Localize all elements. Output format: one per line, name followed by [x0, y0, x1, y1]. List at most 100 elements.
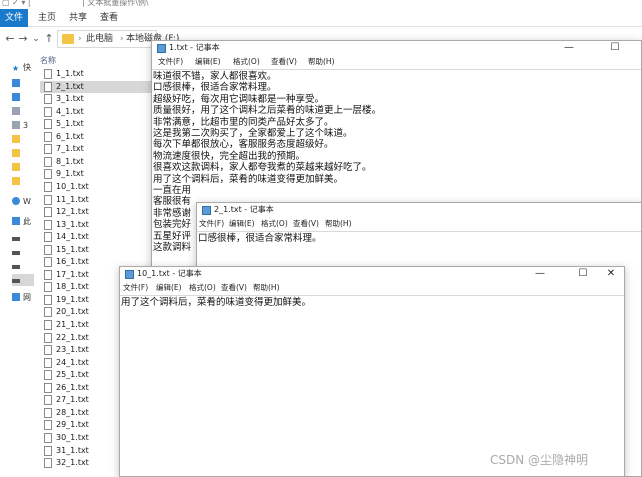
- star-icon: ★: [12, 64, 20, 73]
- notepad-titlebar[interactable]: 2_1.txt - 记事本: [197, 203, 641, 217]
- maximize-button[interactable]: ☐: [569, 267, 597, 281]
- sidebar-item-network[interactable]: 网: [12, 292, 34, 304]
- sidebar-item-folder[interactable]: [12, 134, 34, 146]
- file-row[interactable]: 9_1.txt: [40, 168, 152, 180]
- text-line: 口感很棒，很适合家常料理。: [198, 233, 322, 244]
- text-line: 很喜欢这款调料，家人都夸我煮的菜越来越好吃了。: [153, 162, 372, 174]
- ribbon-tab-file[interactable]: 文件: [0, 9, 28, 27]
- text-line: 质量很好，用了这个调料之后菜肴的味道更上一层楼。: [153, 105, 382, 117]
- file-name: 27_1.txt: [56, 395, 89, 405]
- file-row[interactable]: 13_1.txt: [40, 219, 152, 231]
- text-file-icon: [44, 244, 52, 255]
- menu-edit[interactable]: 编辑(E): [156, 282, 182, 294]
- file-row[interactable]: 15_1.txt: [40, 244, 152, 256]
- recent-locations-button[interactable]: ⌄: [30, 32, 42, 46]
- file-row[interactable]: 7_1.txt: [40, 143, 152, 155]
- menu-edit[interactable]: 编辑(E): [229, 218, 255, 230]
- text-file-icon: [44, 219, 52, 230]
- sidebar-item-wps[interactable]: W: [12, 196, 34, 208]
- file-name: 12_1.txt: [56, 207, 89, 217]
- menu-view[interactable]: 查看(V): [293, 218, 319, 230]
- notepad-titlebar[interactable]: 10_1.txt - 记事本 — ☐ ✕: [120, 267, 624, 281]
- menu-view[interactable]: 查看(V): [221, 282, 247, 294]
- file-row[interactable]: 12_1.txt: [40, 206, 152, 218]
- file-row[interactable]: 2_1.txt: [40, 80, 152, 93]
- file-name: 25_1.txt: [56, 370, 89, 380]
- sidebar-item-drive[interactable]: [12, 246, 34, 258]
- file-name: 31_1.txt: [56, 445, 89, 455]
- file-name: 2_1.txt: [56, 81, 84, 91]
- sidebar-item-documents[interactable]: [12, 106, 34, 118]
- file-row[interactable]: 5_1.txt: [40, 118, 152, 130]
- forward-button[interactable]: →: [17, 32, 29, 46]
- file-row[interactable]: 6_1.txt: [40, 131, 152, 143]
- file-row[interactable]: 8_1.txt: [40, 156, 152, 168]
- maximize-button[interactable]: ☐: [601, 41, 629, 55]
- breadcrumb-this-pc[interactable]: 此电脑: [86, 33, 113, 46]
- file-row[interactable]: 10_1.txt: [40, 181, 152, 193]
- minimize-button[interactable]: —: [555, 41, 583, 55]
- sidebar-item-drive[interactable]: [12, 232, 34, 244]
- file-name: 29_1.txt: [56, 420, 89, 430]
- drive-icon: [12, 237, 20, 241]
- menu-help[interactable]: 帮助(H): [325, 218, 352, 230]
- sidebar-item-folder[interactable]: [12, 176, 34, 188]
- sidebar-item-downloads[interactable]: [12, 92, 34, 104]
- menu-help[interactable]: 帮助(H): [253, 282, 280, 294]
- file-name: 23_1.txt: [56, 345, 89, 355]
- text-line: 口感很棒，很适合家常料理。: [153, 82, 277, 94]
- sidebar-item-3d[interactable]: 3: [12, 120, 34, 132]
- sidebar-item-this-pc[interactable]: 此: [12, 216, 34, 228]
- text-line: 这款调料: [153, 242, 192, 253]
- quick-access-toolbar[interactable]: ▢ ✓ ▾ |: [2, 0, 31, 7]
- sidebar-item-folder[interactable]: [12, 148, 34, 160]
- sidebar-item-folder[interactable]: [12, 162, 34, 174]
- close-button[interactable]: ✕: [597, 267, 624, 281]
- text-file-icon: [44, 269, 52, 280]
- file-name: 4_1.txt: [56, 106, 84, 116]
- notepad-title: 1.txt - 记事本: [169, 43, 220, 52]
- file-name: 11_1.txt: [56, 194, 89, 204]
- menu-help[interactable]: 帮助(H): [308, 56, 335, 68]
- sidebar-item-drive-selected[interactable]: [12, 274, 34, 286]
- file-name: 32_1.txt: [56, 458, 89, 468]
- menu-format[interactable]: 格式(O): [189, 282, 216, 294]
- file-row[interactable]: 4_1.txt: [40, 106, 152, 118]
- address-bar[interactable]: › 此电脑 › 本地磁盘 (F:): [57, 30, 179, 48]
- menu-file[interactable]: 文件(F): [199, 218, 224, 230]
- notepad-text-area[interactable]: 用了这个调料后，菜肴的味道变得更加鲜美。: [120, 295, 624, 476]
- column-header-name[interactable]: 名称: [40, 55, 56, 66]
- menu-file[interactable]: 文件(F): [158, 56, 183, 68]
- object-icon: [12, 121, 20, 129]
- ribbon: 文件 主页 共享 查看: [0, 9, 642, 27]
- file-row[interactable]: 3_1.txt: [40, 93, 152, 105]
- menu-file[interactable]: 文件(F): [123, 282, 148, 294]
- file-row[interactable]: 11_1.txt: [40, 194, 152, 206]
- menu-edit[interactable]: 编辑(E): [195, 56, 221, 68]
- text-line: 客服很有: [153, 196, 192, 208]
- up-button[interactable]: ↑: [43, 32, 55, 46]
- menu-format[interactable]: 格式(O): [261, 218, 288, 230]
- menu-format[interactable]: 格式(O): [233, 56, 260, 68]
- ribbon-tab-view[interactable]: 查看: [100, 9, 118, 27]
- text-file-icon: [44, 395, 52, 406]
- file-row[interactable]: 1_1.txt: [40, 68, 152, 80]
- sidebar-item-quick-access[interactable]: ★ 快: [12, 62, 34, 74]
- text-file-icon: [44, 332, 52, 343]
- ribbon-tab-share[interactable]: 共享: [69, 9, 87, 27]
- back-button[interactable]: ←: [4, 32, 16, 46]
- text-line: 一直在用: [153, 185, 192, 196]
- file-row[interactable]: 14_1.txt: [40, 231, 152, 243]
- notepad-menubar: 文件(F) 编辑(E) 格式(O) 查看(V) 帮助(H): [120, 282, 624, 294]
- file-name: 24_1.txt: [56, 357, 89, 367]
- text-line: 用了这个调料后，菜肴的味道变得更加鲜美。: [121, 297, 312, 308]
- ribbon-tab-home[interactable]: 主页: [38, 9, 56, 27]
- sidebar-item-desktop[interactable]: [12, 78, 34, 90]
- menu-view[interactable]: 查看(V): [271, 56, 297, 68]
- notepad-titlebar[interactable]: 1.txt - 记事本 — ☐: [152, 41, 641, 55]
- file-name: 10_1.txt: [56, 181, 89, 191]
- minimize-button[interactable]: —: [526, 267, 554, 281]
- sidebar-item-drive[interactable]: [12, 260, 34, 272]
- text-file-icon: [44, 94, 52, 105]
- file-name: 28_1.txt: [56, 407, 89, 417]
